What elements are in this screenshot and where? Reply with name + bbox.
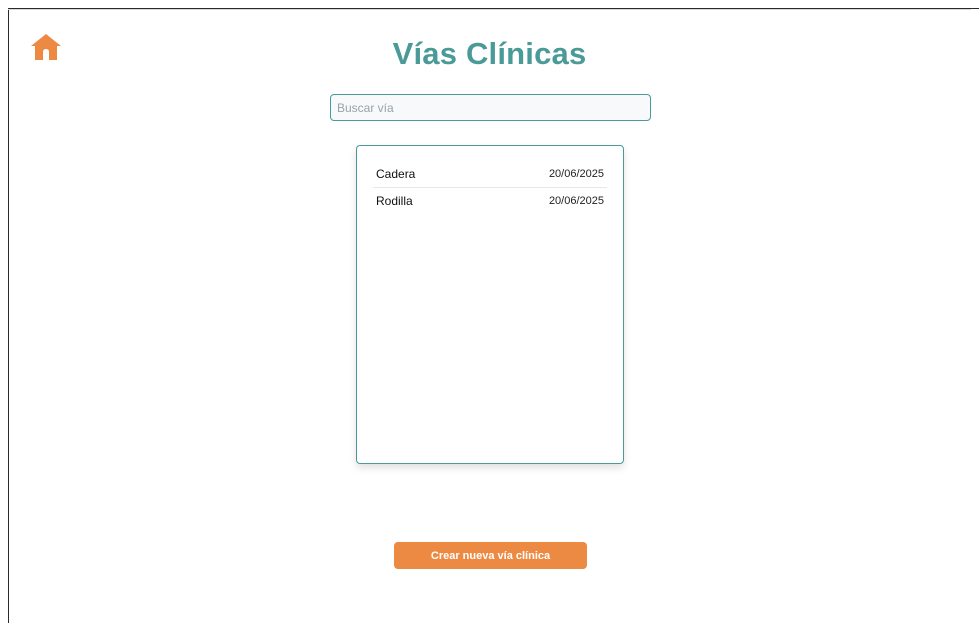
page-title: Vías Clínicas	[392, 36, 587, 71]
list-item-name: Cadera	[376, 167, 416, 181]
list-item-date: 20/06/2025	[548, 195, 604, 207]
list-item-name: Rodilla	[376, 194, 413, 208]
list-item[interactable]: Cadera 20/06/2025	[373, 161, 607, 187]
list-item[interactable]: Rodilla 20/06/2025	[373, 187, 607, 214]
create-clinical-path-button[interactable]: Crear nueva vía clínica	[394, 542, 587, 569]
list-item-date: 20/06/2025	[548, 168, 604, 180]
top-divider	[8, 9, 971, 10]
search-input[interactable]	[330, 94, 651, 121]
clinical-paths-list: Cadera 20/06/2025 Rodilla 20/06/2025	[356, 145, 624, 464]
